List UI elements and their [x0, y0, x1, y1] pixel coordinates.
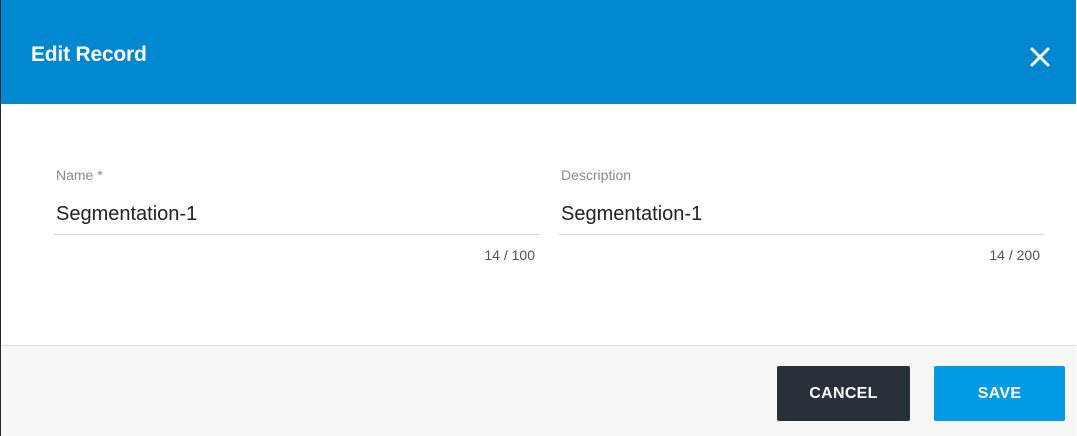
name-input[interactable] [54, 196, 539, 232]
cancel-button[interactable]: CANCEL [777, 366, 910, 421]
description-label: Description [561, 167, 632, 183]
close-button[interactable] [1028, 45, 1052, 69]
close-icon [1030, 47, 1050, 67]
description-input[interactable] [559, 196, 1044, 232]
name-underline [54, 234, 539, 235]
dialog-title: Edit Record [31, 43, 147, 66]
description-underline [559, 234, 1044, 235]
name-char-counter: 14 / 100 [484, 247, 535, 263]
dialog-footer: CANCEL SAVE [1, 345, 1076, 436]
description-char-counter: 14 / 200 [989, 247, 1040, 263]
name-label: Name * [56, 167, 103, 183]
dialog-header: Edit Record [1, 0, 1076, 104]
dialog-body: Name * 14 / 100 Description 14 / 200 [1, 104, 1076, 345]
save-button[interactable]: SAVE [934, 366, 1065, 421]
edit-record-dialog: Edit Record Name * 14 / 100 Description … [0, 0, 1076, 436]
